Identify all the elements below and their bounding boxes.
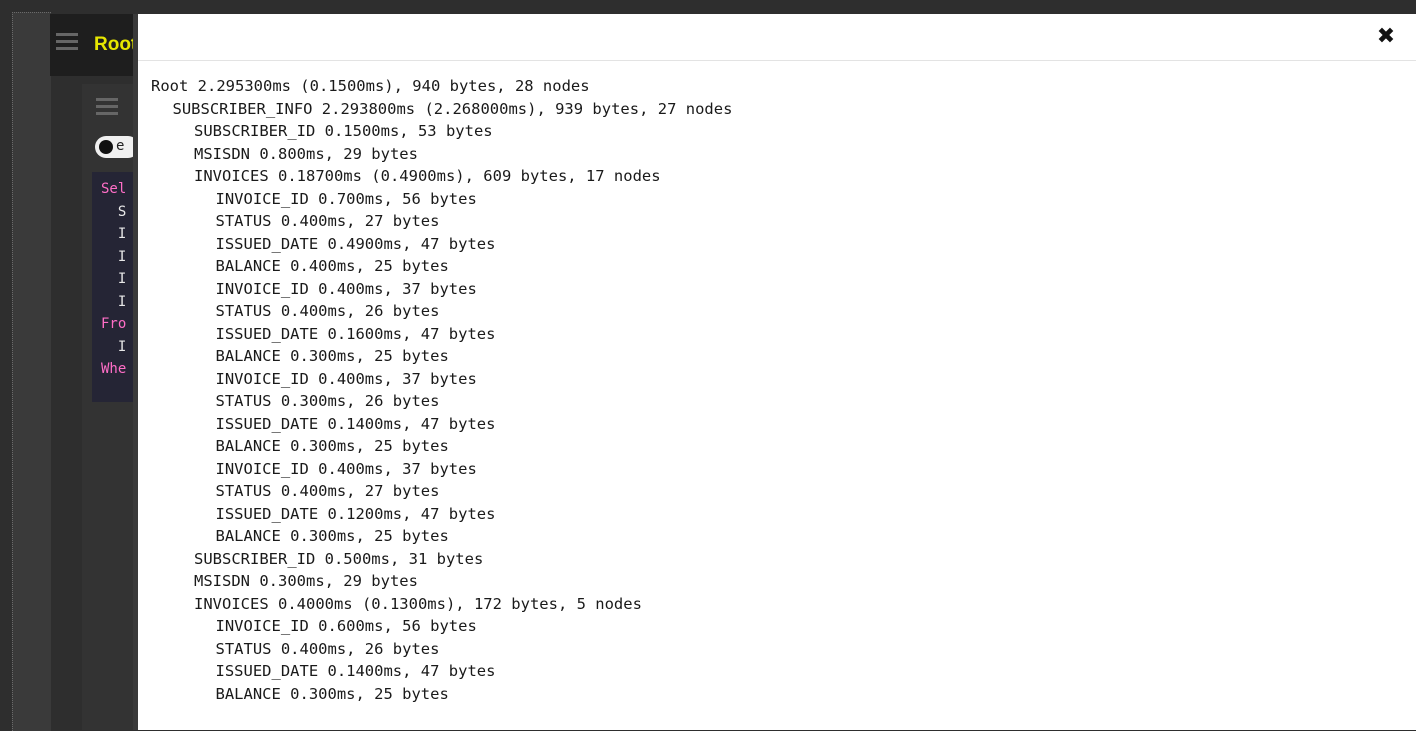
- timing-tree-modal: ✖ Root 2.295300ms (0.1500ms), 940 bytes,…: [133, 14, 1416, 730]
- tree-node-line: BALANCE 0.300ms, 25 bytes: [215, 684, 449, 703]
- close-icon[interactable]: ✖: [1376, 26, 1396, 48]
- tree-node-line: SUBSCRIBER_ID 0.500ms, 31 bytes: [194, 549, 484, 568]
- tree-node-line: INVOICE_ID 0.600ms, 56 bytes: [215, 617, 477, 635]
- tree-node-line: ISSUED_DATE 0.1600ms, 47 bytes: [215, 324, 496, 343]
- tree-node-line: BALANCE 0.300ms, 25 bytes: [215, 527, 449, 545]
- tree-node-line: ISSUED_DATE 0.1400ms, 47 bytes: [215, 662, 496, 680]
- tree-node-line: MSISDN 0.800ms, 29 bytes: [194, 144, 418, 163]
- tree-node-line: INVOICE_ID 0.400ms, 37 bytes: [215, 369, 477, 388]
- tree-node-line: BALANCE 0.300ms, 25 bytes: [215, 347, 449, 365]
- tree-node-line: ISSUED_DATE 0.1400ms, 47 bytes: [215, 414, 496, 433]
- tree-node-line: STATUS 0.300ms, 26 bytes: [215, 392, 440, 410]
- tree-node-line: INVOICE_ID 0.400ms, 37 bytes: [215, 459, 477, 478]
- tree-node-line: BALANCE 0.300ms, 25 bytes: [215, 437, 449, 455]
- panel-menu-icon[interactable]: [96, 98, 118, 116]
- tree-node-line: STATUS 0.400ms, 26 bytes: [215, 302, 440, 320]
- tree-node-line: ISSUED_DATE 0.4900ms, 47 bytes: [215, 234, 496, 253]
- menu-icon[interactable]: [56, 33, 78, 51]
- root-title: Root: [94, 34, 134, 55]
- tree-node-line: SUBSCRIBER_INFO 2.293800ms (2.268000ms),…: [172, 99, 733, 118]
- tree-node-line: INVOICES 0.18700ms (0.4900ms), 609 bytes…: [194, 167, 661, 185]
- timing-tree: Root 2.295300ms (0.1500ms), 940 bytes, 2…: [138, 61, 1416, 705]
- tree-node-line: STATUS 0.400ms, 26 bytes: [215, 639, 440, 658]
- tree-node-line: INVOICES 0.4000ms (0.1300ms), 172 bytes,…: [194, 594, 642, 613]
- modal-header: ✖: [138, 14, 1416, 61]
- tree-node-line: ISSUED_DATE 0.1200ms, 47 bytes: [215, 504, 496, 523]
- toggle-dot-icon: [99, 140, 113, 154]
- left-gutter: [12, 12, 51, 731]
- toggle-label: e: [116, 138, 125, 154]
- tree-node-line: SUBSCRIBER_ID 0.1500ms, 53 bytes: [194, 122, 493, 140]
- tree-node-line: MSISDN 0.300ms, 29 bytes: [194, 572, 418, 590]
- tree-node-line: Root 2.295300ms (0.1500ms), 940 bytes, 2…: [151, 77, 590, 95]
- tree-node-line: INVOICE_ID 0.700ms, 56 bytes: [215, 189, 477, 208]
- tree-node-line: BALANCE 0.400ms, 25 bytes: [215, 257, 449, 275]
- tree-node-line: STATUS 0.400ms, 27 bytes: [215, 212, 440, 230]
- query-code-editor[interactable]: Sel S I I I I Fro I Whe: [92, 172, 138, 402]
- tree-node-line: STATUS 0.400ms, 27 bytes: [215, 482, 440, 500]
- tree-node-line: INVOICE_ID 0.400ms, 37 bytes: [215, 279, 477, 298]
